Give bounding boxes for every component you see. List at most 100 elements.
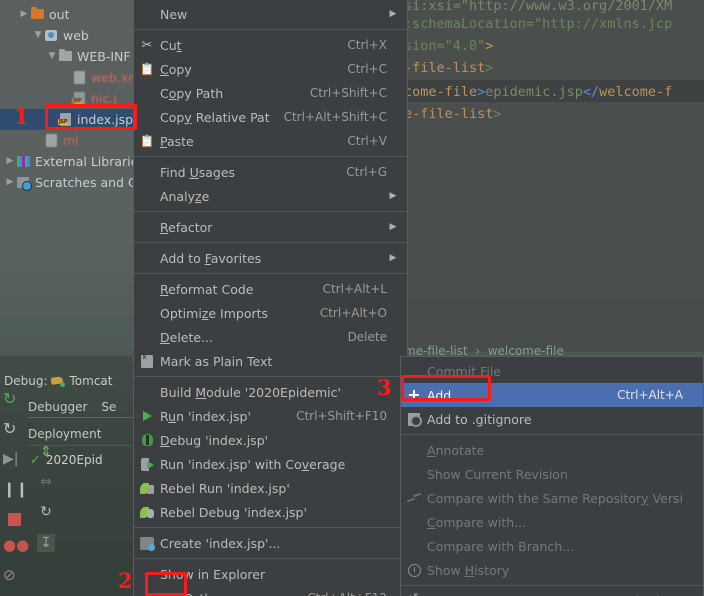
- menu-item-label: Show in Explorer: [160, 566, 266, 582]
- context-menu-item-debug-index-jsp[interactable]: Debug 'index.jsp': [134, 428, 407, 452]
- code-token: si:xsi="http://www.w3.org/2001/XM: [404, 0, 673, 14]
- menu-item-label: Copy Relative Path: [160, 109, 270, 125]
- folder-orange-icon: [30, 7, 46, 22]
- project-tree[interactable]: ▶ out ▼ web ▼ WEB-INF web.xm nic.j index.jsp mi ▶ E…: [0, 0, 140, 356]
- menu-item-label: File Path: [160, 591, 293, 596]
- revert-icon: [401, 591, 427, 596]
- tree-node-scratches-and-c[interactable]: ▶ Scratches and C: [0, 172, 140, 193]
- menu-item-label: Build Module '2020Epidemic': [160, 384, 341, 400]
- create-config-icon: [134, 533, 160, 553]
- tab-debugger[interactable]: Debugger: [28, 400, 87, 414]
- tab-server[interactable]: Se: [101, 400, 116, 414]
- menu-item-label: Compare with the Same Repository Version: [427, 490, 683, 506]
- stop-icon[interactable]: [7, 513, 21, 526]
- menu-item-label: Delete...: [160, 329, 214, 345]
- code-token: epidemic.jsp: [485, 84, 583, 100]
- breakpoints-icon[interactable]: ●●: [3, 536, 29, 556]
- restart-icon[interactable]: ↻: [3, 420, 25, 440]
- menu-icon-placeholder: [134, 382, 160, 402]
- debug-tabs[interactable]: Debugger Se: [28, 396, 140, 418]
- context-menu-item-copy-relative-path[interactable]: Copy Relative Path Ctrl+Alt+Shift+C: [134, 105, 407, 129]
- menu-icon-placeholder: [134, 279, 160, 299]
- context-menu-item-cut[interactable]: ✂ Cut Ctrl+X: [134, 33, 407, 57]
- copy-icon: 📋: [139, 62, 155, 76]
- git-menu-item-add[interactable]: + Add Ctrl+Alt+A: [401, 383, 703, 407]
- chevron-right-icon[interactable]: ▶: [4, 157, 16, 166]
- deployment-toolbar[interactable]: ⇕ ⇔ ↻ ↧: [30, 444, 62, 552]
- menu-icon-placeholder: [134, 327, 160, 347]
- context-menu-item-rebel-debug-index-jsp[interactable]: Rebel Debug 'index.jsp': [134, 500, 407, 524]
- context-menu-item-build-module-2020epidemic[interactable]: Build Module '2020Epidemic': [134, 380, 407, 404]
- code-token: :schemaLocation="http://xmlns.jcp: [404, 16, 673, 32]
- pause-icon[interactable]: ❙❙: [3, 480, 28, 500]
- menu-item-label: Commit File: [427, 363, 501, 379]
- rebel-run-icon: [134, 478, 160, 498]
- deploy-icon[interactable]: ↧: [37, 534, 55, 552]
- submenu-arrow-icon: ▶: [389, 9, 397, 19]
- tree-node-web-xm[interactable]: web.xm: [0, 67, 140, 88]
- debug-toolbar[interactable]: ↻ ↻ ▶| ❙❙ ●● ⊘: [0, 356, 29, 596]
- redeploy-icon[interactable]: ⇕: [40, 444, 52, 460]
- menu-item-label: Annotate: [427, 442, 485, 458]
- code-line: si:xsi="http://www.w3.org/2001/XM: [404, 0, 672, 14]
- chevron-right-icon[interactable]: ▶: [18, 10, 30, 19]
- context-menu-item-rebel-run-index-jsp[interactable]: Rebel Run 'index.jsp': [134, 476, 407, 500]
- menu-item-shortcut: Ctrl+Shift+F10: [296, 409, 387, 423]
- tree-node-web[interactable]: ▼ web: [0, 25, 140, 46]
- context-menu-item-analyze[interactable]: Analyze ▶: [134, 184, 407, 208]
- menu-item-label: Compare with Branch...: [427, 538, 575, 554]
- menu-separator: [134, 376, 407, 377]
- tree-node-external-librarie[interactable]: ▶ External Librarie: [0, 151, 140, 172]
- rerun-icon[interactable]: ↻: [3, 390, 25, 410]
- ide-window: si:xsi="http://www.w3.org/2001/XM :schema…: [0, 0, 704, 596]
- annotation-number-3: 3: [377, 375, 392, 400]
- menu-item-label: Rebel Run 'index.jsp': [160, 480, 290, 496]
- chevron-right-icon[interactable]: ▶: [4, 178, 16, 187]
- tree-node-mi[interactable]: mi: [0, 130, 140, 151]
- context-menu-item-new[interactable]: New ▶: [134, 2, 407, 26]
- menu-item-shortcut: Ctrl+Alt+Shift+C: [283, 110, 387, 124]
- chevron-down-icon[interactable]: ▼: [32, 31, 44, 40]
- tree-node-label: mi: [63, 133, 79, 148]
- context-menu-item-delete[interactable]: Delete... Delete: [134, 325, 407, 349]
- context-menu-item-create-index-jsp[interactable]: Create 'index.jsp'...: [134, 531, 407, 555]
- refresh-icon[interactable]: ↻: [40, 504, 52, 520]
- context-menu-item-refactor[interactable]: Refactor ▶: [134, 215, 407, 239]
- git-menu-item-add-to-gitignore[interactable]: Add to .gitignore: [401, 407, 703, 431]
- menu-item-label: Cut: [160, 37, 182, 53]
- xml-file-icon: [72, 70, 88, 85]
- menu-item-shortcut: Ctrl+C: [347, 62, 387, 76]
- menu-item-label: Run 'index.jsp': [160, 408, 251, 424]
- annotation-number-2: 2: [118, 568, 133, 593]
- git-menu-item-show-history: Show History: [401, 558, 703, 582]
- context-menu-item-show-in-explorer[interactable]: Show in Explorer: [134, 562, 407, 586]
- tree-node-label: External Librarie: [35, 154, 139, 169]
- context-menu-item-run-index-jsp[interactable]: Run 'index.jsp' Ctrl+Shift+F10: [134, 404, 407, 428]
- tree-node-out[interactable]: ▶ out: [0, 4, 140, 25]
- context-menu-item-optimize-imports[interactable]: Optimize Imports Ctrl+Alt+O: [134, 301, 407, 325]
- context-menu-item-file-path[interactable]: File PathCtrl+Alt+F12: [134, 586, 407, 596]
- git-submenu[interactable]: Commit File + Add Ctrl+Alt+A Add to .gitigno…: [400, 356, 704, 596]
- context-menu-item-reformat-code[interactable]: Reformat Code Ctrl+Alt+L: [134, 277, 407, 301]
- context-menu-item-copy[interactable]: 📋 Copy Ctrl+C: [134, 57, 407, 81]
- undeploy-icon[interactable]: ⇔: [40, 474, 52, 490]
- context-menu-item-mark-as-plain-text[interactable]: Mark as Plain Text: [134, 349, 407, 373]
- menu-item-label: Show History: [427, 562, 510, 578]
- context-menu-item-copy-path[interactable]: Copy Path Ctrl+Shift+C: [134, 81, 407, 105]
- tree-node-label: WEB-INF: [77, 49, 131, 64]
- menu-icon-placeholder: [401, 512, 427, 532]
- menu-item-label: Add to .gitignore: [427, 411, 532, 427]
- file-context-menu[interactable]: New ▶ ✂ Cut Ctrl+X 📋 Copy Ctrl+C Copy Path Ctrl+S…: [133, 0, 408, 596]
- menu-icon-placeholder: [401, 440, 427, 460]
- menu-icon-placeholder: [134, 4, 160, 24]
- submenu-arrow-icon: ▶: [389, 222, 397, 232]
- context-menu-item-paste[interactable]: 📋 Paste Ctrl+V: [134, 129, 407, 153]
- context-menu-item-find-usages[interactable]: Find Usages Ctrl+G: [134, 160, 407, 184]
- mute-breakpoints-icon[interactable]: ⊘: [3, 566, 25, 586]
- tree-node-web-inf[interactable]: ▼ WEB-INF: [0, 46, 140, 67]
- context-menu-item-run-index-jsp-with-coverage[interactable]: Run 'index.jsp' with Coverage: [134, 452, 407, 476]
- debug-config-name[interactable]: Tomcat: [70, 374, 113, 388]
- resume-icon[interactable]: ▶|: [3, 450, 25, 470]
- chevron-down-icon[interactable]: ▼: [46, 52, 58, 61]
- context-menu-item-add-to-favorites[interactable]: Add to Favorites ▶: [134, 246, 407, 270]
